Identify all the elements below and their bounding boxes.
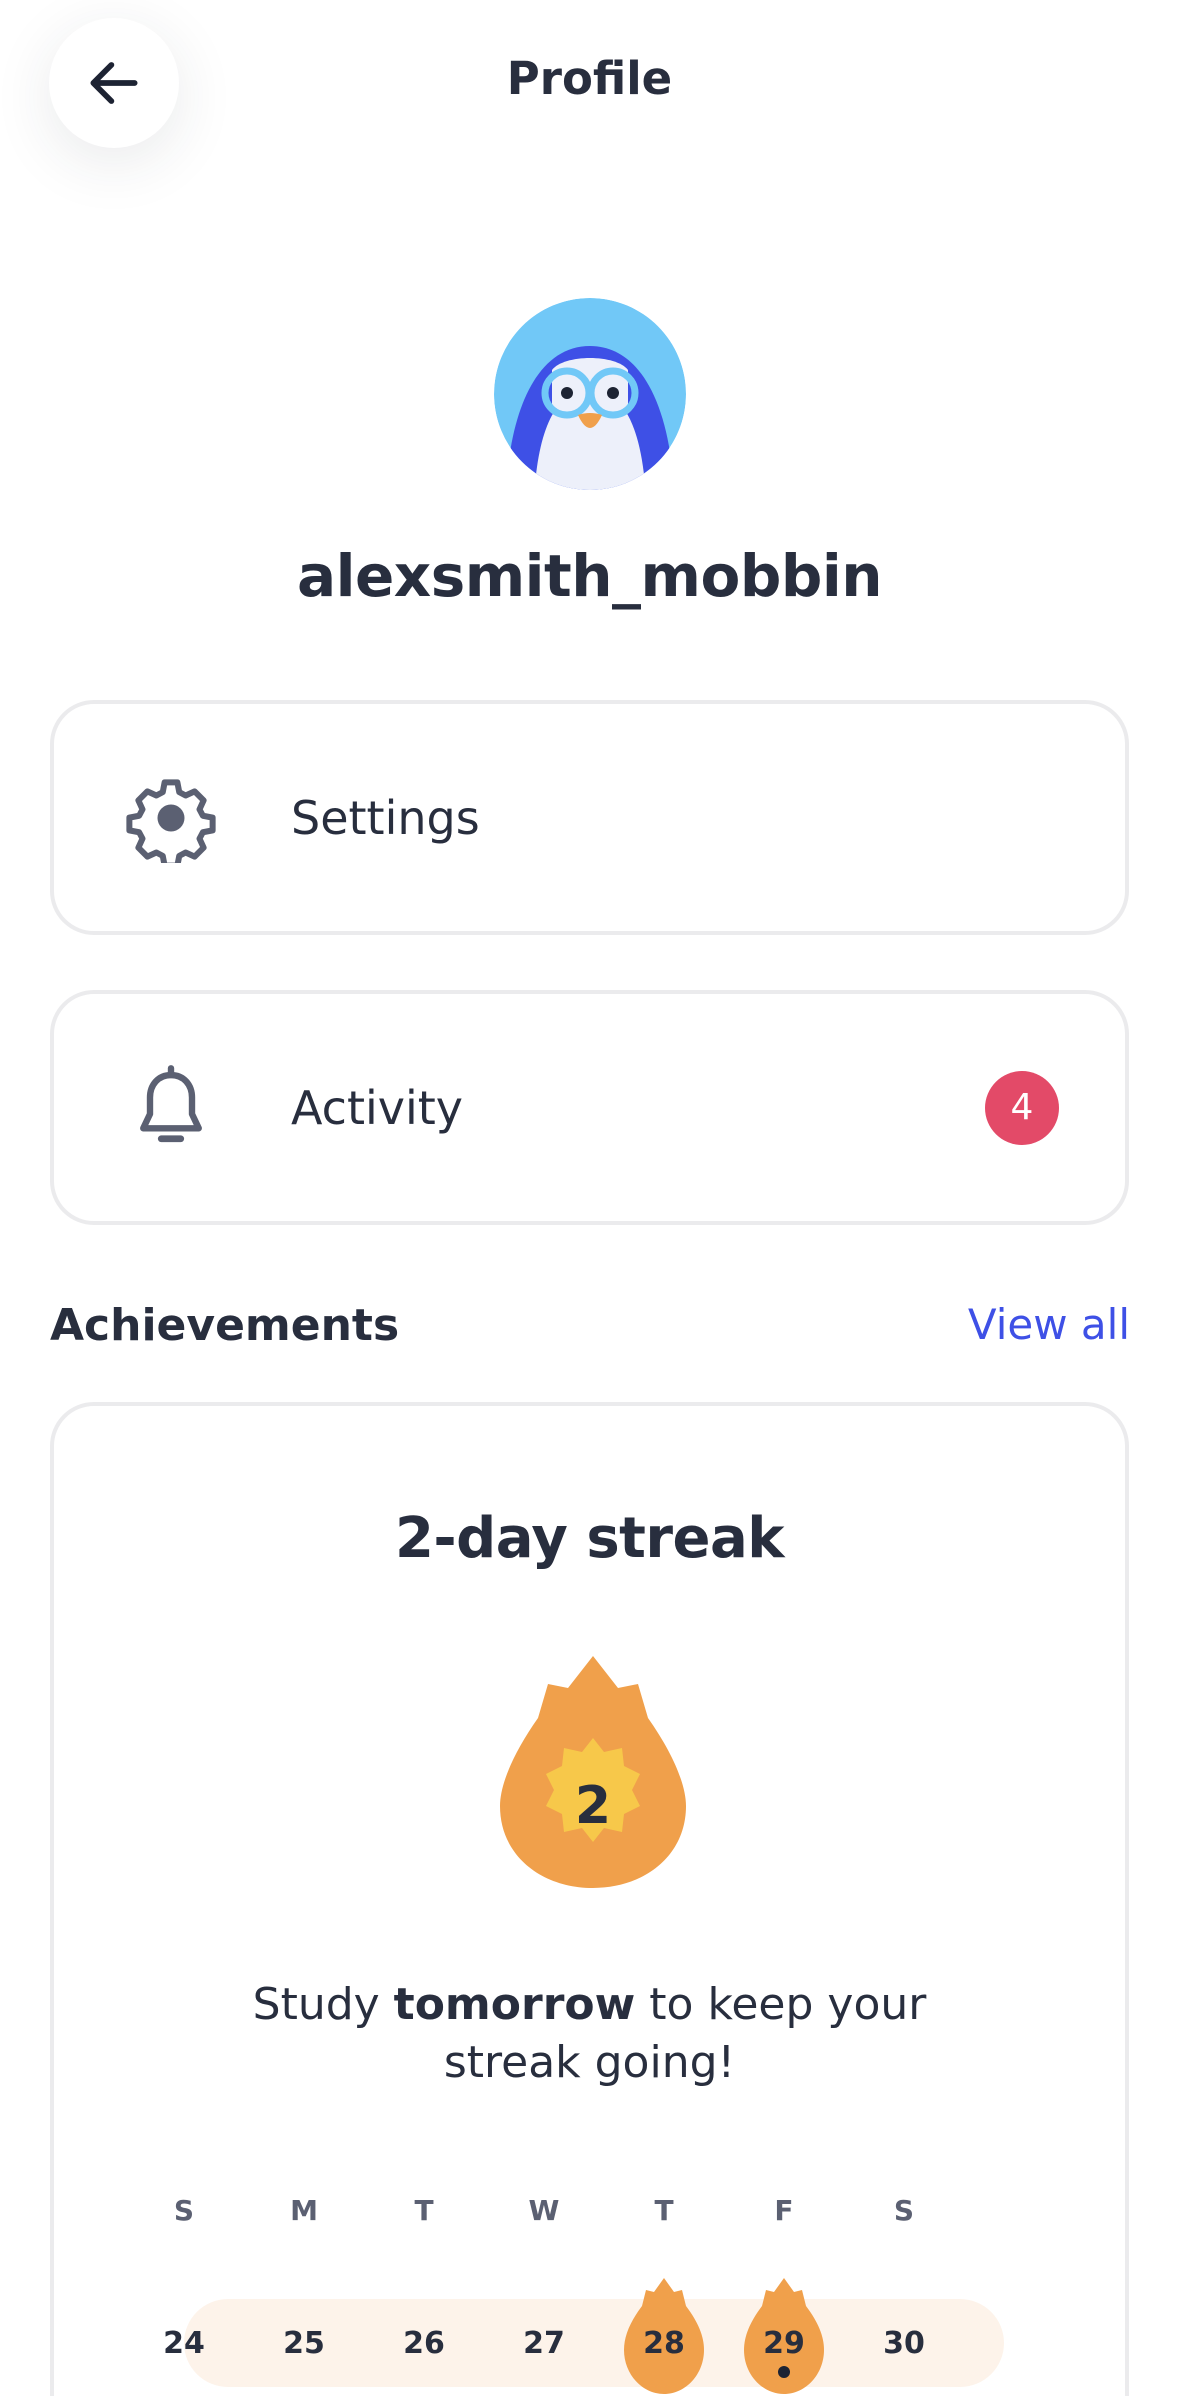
settings-label: Settings (291, 790, 480, 845)
weekday-label: F (774, 2194, 794, 2227)
profile-screen: Profile alexsmith_mobbin Settings Activi… (0, 0, 1179, 2396)
calendar-day: 24 (163, 2325, 205, 2361)
streak-title: 2-day streak (394, 1506, 785, 1571)
today-indicator (778, 2366, 790, 2378)
streak-flame-icon (500, 1656, 686, 1888)
weekday-label: M (290, 2194, 318, 2227)
streak-message: Study tomorrow to keep your streak going… (252, 1979, 927, 2088)
calendar-day: 25 (283, 2325, 325, 2361)
notification-count-badge: 4 (985, 1070, 1059, 1145)
weekday-label: W (528, 2194, 560, 2227)
username: alexsmith_mobbin (296, 542, 883, 610)
bell-icon (140, 1064, 202, 1142)
settings-row[interactable]: Settings (50, 700, 1129, 935)
streak-card: 2-day streak 2 Study tomorrow to keep yo… (50, 1402, 1129, 2396)
calendar-day: 30 (883, 2325, 925, 2361)
weekday-label: S (173, 2194, 195, 2227)
streak-message-emphasis: tomorrow (393, 1979, 636, 2030)
achievements-heading: Achievements (50, 1300, 400, 1351)
activity-label: Activity (291, 1080, 464, 1135)
calendar-day: 26 (403, 2325, 445, 2361)
weekday-label: S (893, 2194, 915, 2227)
calendar-day: 28 (643, 2325, 685, 2361)
streak-count: 2 (574, 1776, 612, 1836)
page-title: Profile (506, 52, 673, 105)
view-all-link[interactable]: View all (968, 1300, 1130, 1349)
avatar[interactable] (494, 298, 686, 490)
weekday-label: T (414, 2194, 434, 2227)
gear-icon (126, 778, 216, 863)
weekday-header: SMTWTFS (174, 2194, 1024, 2234)
activity-row[interactable]: Activity 4 (50, 990, 1129, 1225)
weekday-label: T (654, 2194, 674, 2227)
calendar-day: 27 (523, 2325, 565, 2361)
